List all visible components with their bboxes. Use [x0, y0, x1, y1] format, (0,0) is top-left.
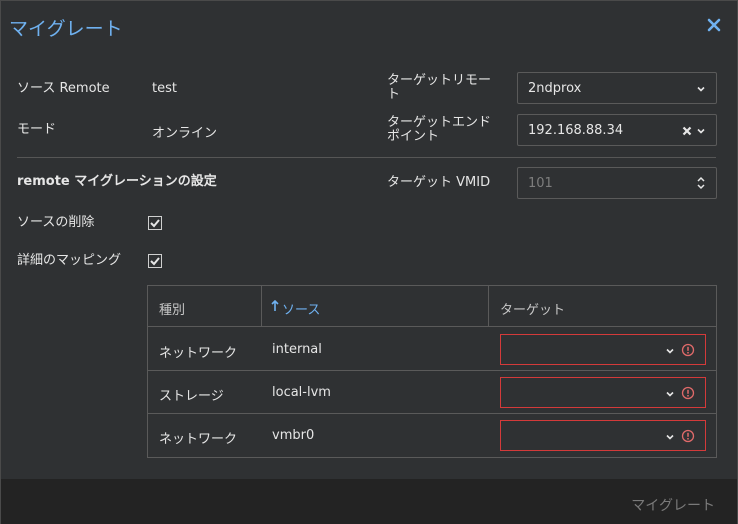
target-endpoint-value: 192.168.88.34	[528, 123, 624, 138]
spinner-icon[interactable]	[696, 175, 706, 191]
migrate-dialog: マイグレート ソース Remote test ターゲットリモー ト 2ndpro…	[0, 0, 738, 524]
target-vmid-placeholder: 101	[528, 176, 553, 191]
target-select[interactable]	[500, 420, 706, 451]
error-icon	[681, 343, 695, 357]
chevron-down-icon	[696, 83, 706, 93]
error-icon	[681, 386, 695, 400]
target-endpoint-label: ターゲットエンド ポイント	[387, 116, 491, 144]
close-icon[interactable]	[707, 18, 721, 32]
migration-settings-label: remote マイグレーションの設定	[17, 174, 217, 189]
form-divider	[17, 157, 716, 158]
migrate-button[interactable]: マイグレート	[631, 495, 715, 515]
grid-header: 種別 ソース ターゲット	[148, 286, 716, 327]
target-select[interactable]	[500, 334, 706, 365]
clear-icon[interactable]	[682, 125, 692, 136]
target-remote-label-line2: ト	[387, 87, 401, 102]
chevron-down-icon	[665, 388, 675, 398]
source-remote-value: test	[152, 81, 177, 96]
mapping-grid: 種別 ソース ターゲット ネットワーク internal ストレージ local…	[147, 285, 717, 458]
target-vmid-label: ターゲット VMID	[387, 175, 491, 190]
chevron-down-icon	[696, 125, 706, 135]
target-remote-value: 2ndprox	[528, 81, 582, 96]
dialog-titlebar: マイグレート	[1, 1, 737, 53]
target-endpoint-label-line2: ポイント	[387, 129, 440, 144]
mode-label: モード	[17, 122, 57, 137]
target-remote-label-line1: ターゲットリモー	[387, 73, 492, 88]
table-row: ネットワーク vmbr0	[148, 414, 716, 457]
row-source: internal	[272, 342, 322, 357]
target-remote-label: ターゲットリモー ト	[387, 74, 491, 102]
detailed-mapping-label: 詳細のマッピング	[17, 253, 122, 268]
chevron-down-icon	[665, 431, 675, 441]
error-icon	[681, 429, 695, 443]
column-header-type[interactable]: 種別	[148, 286, 262, 327]
row-type: ストレージ	[159, 389, 224, 404]
column-header-source[interactable]: ソース	[262, 286, 489, 327]
dialog-title: マイグレート	[9, 18, 123, 40]
dialog-footer: マイグレート	[1, 479, 737, 524]
target-endpoint-select[interactable]: 192.168.88.34	[517, 114, 717, 146]
row-type: ネットワーク	[159, 346, 238, 361]
table-row: ネットワーク internal	[148, 328, 716, 371]
column-header-type-label: 種別	[159, 303, 186, 318]
arrow-up-icon	[271, 300, 279, 311]
target-endpoint-label-line1: ターゲットエンド	[387, 115, 492, 130]
row-source: vmbr0	[272, 428, 315, 443]
row-source: local-lvm	[272, 385, 331, 400]
chevron-down-icon	[665, 345, 675, 355]
delete-source-label: ソースの削除	[17, 215, 95, 230]
row-type: ネットワーク	[159, 432, 238, 447]
target-vmid-input[interactable]: 101	[517, 167, 717, 199]
source-remote-label: ソース Remote	[17, 81, 110, 96]
column-header-target-label: ターゲット	[500, 303, 566, 318]
column-header-target[interactable]: ターゲット	[489, 286, 716, 327]
column-header-source-label: ソース	[282, 303, 321, 318]
delete-source-checkbox[interactable]	[148, 216, 162, 230]
target-remote-select[interactable]: 2ndprox	[517, 72, 717, 104]
table-row: ストレージ local-lvm	[148, 371, 716, 414]
detailed-mapping-checkbox[interactable]	[148, 254, 162, 268]
mode-value: オンライン	[152, 126, 218, 141]
target-select[interactable]	[500, 377, 706, 408]
